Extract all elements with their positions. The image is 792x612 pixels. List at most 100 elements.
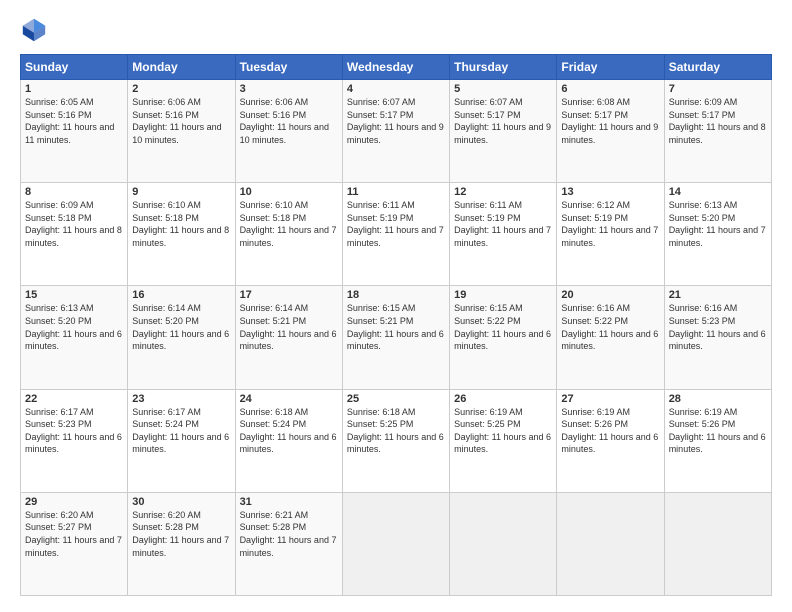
day-info: Sunrise: 6:20 AMSunset: 5:27 PMDaylight:…	[25, 509, 123, 559]
calendar: SundayMondayTuesdayWednesdayThursdayFrid…	[20, 54, 772, 596]
calendar-cell: 16 Sunrise: 6:14 AMSunset: 5:20 PMDaylig…	[128, 286, 235, 389]
logo	[20, 16, 52, 44]
day-number: 4	[347, 83, 445, 95]
day-number: 5	[454, 83, 552, 95]
day-header-saturday: Saturday	[664, 55, 771, 80]
page: SundayMondayTuesdayWednesdayThursdayFrid…	[0, 0, 792, 612]
calendar-cell: 13 Sunrise: 6:12 AMSunset: 5:19 PMDaylig…	[557, 183, 664, 286]
day-number: 8	[25, 186, 123, 198]
calendar-cell: 17 Sunrise: 6:14 AMSunset: 5:21 PMDaylig…	[235, 286, 342, 389]
day-info: Sunrise: 6:20 AMSunset: 5:28 PMDaylight:…	[132, 509, 230, 559]
day-number: 26	[454, 393, 552, 405]
calendar-cell: 18 Sunrise: 6:15 AMSunset: 5:21 PMDaylig…	[342, 286, 449, 389]
calendar-cell: 5 Sunrise: 6:07 AMSunset: 5:17 PMDayligh…	[450, 80, 557, 183]
calendar-week-5: 29 Sunrise: 6:20 AMSunset: 5:27 PMDaylig…	[21, 492, 772, 595]
logo-icon	[20, 16, 48, 44]
day-info: Sunrise: 6:14 AMSunset: 5:21 PMDaylight:…	[240, 302, 338, 352]
day-info: Sunrise: 6:08 AMSunset: 5:17 PMDaylight:…	[561, 96, 659, 146]
day-number: 12	[454, 186, 552, 198]
day-header-monday: Monday	[128, 55, 235, 80]
day-number: 10	[240, 186, 338, 198]
day-number: 31	[240, 496, 338, 508]
day-info: Sunrise: 6:07 AMSunset: 5:17 PMDaylight:…	[347, 96, 445, 146]
calendar-cell: 19 Sunrise: 6:15 AMSunset: 5:22 PMDaylig…	[450, 286, 557, 389]
day-info: Sunrise: 6:18 AMSunset: 5:25 PMDaylight:…	[347, 406, 445, 456]
calendar-cell: 9 Sunrise: 6:10 AMSunset: 5:18 PMDayligh…	[128, 183, 235, 286]
calendar-cell: 4 Sunrise: 6:07 AMSunset: 5:17 PMDayligh…	[342, 80, 449, 183]
calendar-cell: 12 Sunrise: 6:11 AMSunset: 5:19 PMDaylig…	[450, 183, 557, 286]
day-info: Sunrise: 6:14 AMSunset: 5:20 PMDaylight:…	[132, 302, 230, 352]
day-info: Sunrise: 6:09 AMSunset: 5:17 PMDaylight:…	[669, 96, 767, 146]
day-number: 14	[669, 186, 767, 198]
day-info: Sunrise: 6:13 AMSunset: 5:20 PMDaylight:…	[25, 302, 123, 352]
day-number: 2	[132, 83, 230, 95]
calendar-cell: 21 Sunrise: 6:16 AMSunset: 5:23 PMDaylig…	[664, 286, 771, 389]
day-number: 23	[132, 393, 230, 405]
day-number: 21	[669, 289, 767, 301]
day-info: Sunrise: 6:10 AMSunset: 5:18 PMDaylight:…	[240, 199, 338, 249]
calendar-cell: 29 Sunrise: 6:20 AMSunset: 5:27 PMDaylig…	[21, 492, 128, 595]
day-info: Sunrise: 6:19 AMSunset: 5:26 PMDaylight:…	[561, 406, 659, 456]
calendar-cell: 6 Sunrise: 6:08 AMSunset: 5:17 PMDayligh…	[557, 80, 664, 183]
day-info: Sunrise: 6:07 AMSunset: 5:17 PMDaylight:…	[454, 96, 552, 146]
calendar-week-4: 22 Sunrise: 6:17 AMSunset: 5:23 PMDaylig…	[21, 389, 772, 492]
day-number: 16	[132, 289, 230, 301]
day-number: 29	[25, 496, 123, 508]
calendar-week-2: 8 Sunrise: 6:09 AMSunset: 5:18 PMDayligh…	[21, 183, 772, 286]
day-number: 6	[561, 83, 659, 95]
calendar-cell: 25 Sunrise: 6:18 AMSunset: 5:25 PMDaylig…	[342, 389, 449, 492]
calendar-cell	[342, 492, 449, 595]
calendar-week-1: 1 Sunrise: 6:05 AMSunset: 5:16 PMDayligh…	[21, 80, 772, 183]
calendar-cell: 22 Sunrise: 6:17 AMSunset: 5:23 PMDaylig…	[21, 389, 128, 492]
calendar-cell: 11 Sunrise: 6:11 AMSunset: 5:19 PMDaylig…	[342, 183, 449, 286]
day-info: Sunrise: 6:21 AMSunset: 5:28 PMDaylight:…	[240, 509, 338, 559]
day-info: Sunrise: 6:09 AMSunset: 5:18 PMDaylight:…	[25, 199, 123, 249]
day-info: Sunrise: 6:15 AMSunset: 5:21 PMDaylight:…	[347, 302, 445, 352]
calendar-cell: 8 Sunrise: 6:09 AMSunset: 5:18 PMDayligh…	[21, 183, 128, 286]
calendar-cell: 7 Sunrise: 6:09 AMSunset: 5:17 PMDayligh…	[664, 80, 771, 183]
calendar-cell: 23 Sunrise: 6:17 AMSunset: 5:24 PMDaylig…	[128, 389, 235, 492]
day-number: 25	[347, 393, 445, 405]
header	[20, 16, 772, 44]
day-number: 27	[561, 393, 659, 405]
calendar-cell: 30 Sunrise: 6:20 AMSunset: 5:28 PMDaylig…	[128, 492, 235, 595]
calendar-cell: 1 Sunrise: 6:05 AMSunset: 5:16 PMDayligh…	[21, 80, 128, 183]
calendar-cell	[450, 492, 557, 595]
day-info: Sunrise: 6:17 AMSunset: 5:24 PMDaylight:…	[132, 406, 230, 456]
day-header-sunday: Sunday	[21, 55, 128, 80]
day-number: 18	[347, 289, 445, 301]
day-number: 15	[25, 289, 123, 301]
day-header-thursday: Thursday	[450, 55, 557, 80]
day-header-tuesday: Tuesday	[235, 55, 342, 80]
calendar-header-row: SundayMondayTuesdayWednesdayThursdayFrid…	[21, 55, 772, 80]
day-info: Sunrise: 6:05 AMSunset: 5:16 PMDaylight:…	[25, 96, 123, 146]
day-info: Sunrise: 6:18 AMSunset: 5:24 PMDaylight:…	[240, 406, 338, 456]
day-number: 28	[669, 393, 767, 405]
day-number: 20	[561, 289, 659, 301]
day-info: Sunrise: 6:12 AMSunset: 5:19 PMDaylight:…	[561, 199, 659, 249]
calendar-week-3: 15 Sunrise: 6:13 AMSunset: 5:20 PMDaylig…	[21, 286, 772, 389]
calendar-cell: 2 Sunrise: 6:06 AMSunset: 5:16 PMDayligh…	[128, 80, 235, 183]
calendar-cell: 20 Sunrise: 6:16 AMSunset: 5:22 PMDaylig…	[557, 286, 664, 389]
day-number: 13	[561, 186, 659, 198]
calendar-cell	[664, 492, 771, 595]
day-header-wednesday: Wednesday	[342, 55, 449, 80]
calendar-cell: 15 Sunrise: 6:13 AMSunset: 5:20 PMDaylig…	[21, 286, 128, 389]
day-number: 1	[25, 83, 123, 95]
day-number: 3	[240, 83, 338, 95]
day-header-friday: Friday	[557, 55, 664, 80]
day-info: Sunrise: 6:19 AMSunset: 5:26 PMDaylight:…	[669, 406, 767, 456]
day-info: Sunrise: 6:11 AMSunset: 5:19 PMDaylight:…	[347, 199, 445, 249]
day-info: Sunrise: 6:17 AMSunset: 5:23 PMDaylight:…	[25, 406, 123, 456]
day-number: 22	[25, 393, 123, 405]
calendar-cell: 14 Sunrise: 6:13 AMSunset: 5:20 PMDaylig…	[664, 183, 771, 286]
day-info: Sunrise: 6:16 AMSunset: 5:22 PMDaylight:…	[561, 302, 659, 352]
calendar-cell: 28 Sunrise: 6:19 AMSunset: 5:26 PMDaylig…	[664, 389, 771, 492]
calendar-cell: 27 Sunrise: 6:19 AMSunset: 5:26 PMDaylig…	[557, 389, 664, 492]
calendar-cell	[557, 492, 664, 595]
day-number: 19	[454, 289, 552, 301]
day-info: Sunrise: 6:19 AMSunset: 5:25 PMDaylight:…	[454, 406, 552, 456]
calendar-cell: 10 Sunrise: 6:10 AMSunset: 5:18 PMDaylig…	[235, 183, 342, 286]
day-number: 24	[240, 393, 338, 405]
calendar-cell: 3 Sunrise: 6:06 AMSunset: 5:16 PMDayligh…	[235, 80, 342, 183]
